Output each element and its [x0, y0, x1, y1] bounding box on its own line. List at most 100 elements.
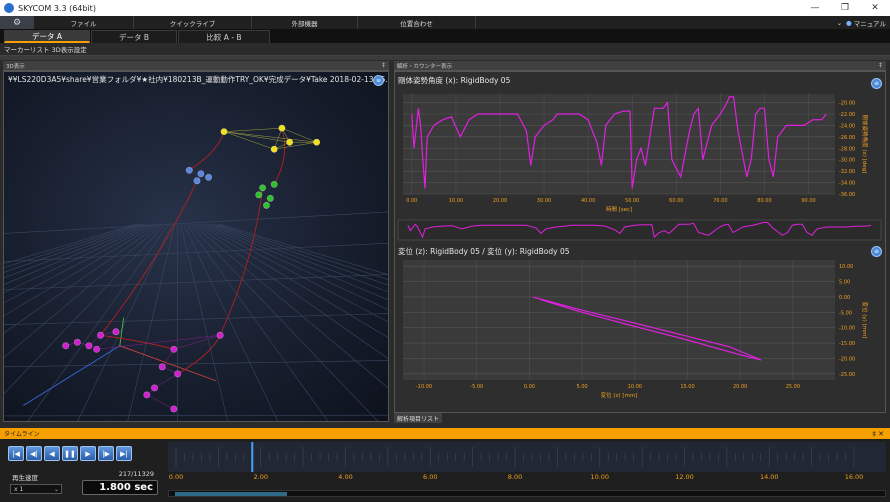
overview-strip — [397, 219, 882, 241]
step-back-button[interactable]: ◀| — [26, 446, 42, 461]
marker-point — [262, 201, 270, 209]
floor-grid-line — [4, 274, 388, 290]
restore-button[interactable]: ❐ — [830, 0, 860, 16]
floor-grid-line — [192, 224, 388, 389]
timeline-tick-label: 8.00 — [508, 473, 522, 481]
skip-start-button[interactable]: |◀ — [8, 446, 24, 461]
marker-point — [185, 166, 193, 174]
floor-grid-line — [4, 224, 163, 358]
timeline-track[interactable]: 0.00 2.00 4.00 6.00 8.00 10.00 12.00 14.00 16.00 — [168, 439, 886, 489]
close-icon[interactable]: ‡ ✕ — [872, 430, 884, 438]
floor-grid-line — [4, 224, 148, 285]
analysis-charts[interactable]: -20.00 -22.00 -24.00 -26.00 -28.00 -30.00 -32.… — [395, 72, 887, 414]
x-tick-label: 10.00 — [449, 198, 463, 204]
timeline-tick-label: 14.00 — [760, 473, 779, 481]
floor-grid-line — [4, 224, 166, 395]
plot-area-2 — [403, 260, 835, 380]
menu-external-devices[interactable]: 外部機器 — [252, 16, 358, 29]
menu-file[interactable]: ファイル — [34, 16, 134, 29]
floor-grid-line — [4, 211, 388, 234]
timeline-tick-label: 16.00 — [845, 473, 864, 481]
analysis-header: 解析・カウンター表示 ‡ — [394, 61, 886, 71]
gear-icon[interactable]: ⚙ — [0, 16, 34, 29]
x-tick-label: 10.00 — [628, 384, 642, 390]
marker-point — [216, 331, 224, 339]
viewport-3d[interactable]: ¥¥LS220D3A5¥share¥営業フォルダ¥★社内¥180213B_運動動… — [3, 71, 389, 422]
skeleton-link — [177, 335, 221, 375]
timeline-tick-label: 10.00 — [590, 473, 609, 481]
tab-data-a[interactable]: データ A — [4, 30, 90, 43]
timeline-title: タイムライン — [4, 431, 40, 438]
marker-point — [259, 184, 267, 192]
floor-grid-line — [4, 224, 145, 279]
x-axis-label: 時間 [sec] — [606, 205, 632, 213]
floor-grid-line — [195, 224, 388, 359]
y-tick-label: -32.00 — [839, 169, 855, 175]
y-axis-label: 剛体姿勢角度 (x) [deg] — [861, 115, 869, 174]
x-tick-label: 0.00 — [406, 198, 417, 204]
marker-link — [173, 335, 221, 350]
marker-point — [112, 328, 120, 336]
step-forward-button[interactable]: |▶ — [98, 446, 114, 461]
floor-grid-line — [213, 224, 388, 286]
x-tick-label: 50.00 — [625, 198, 639, 204]
marker-point — [170, 405, 178, 413]
floor-grid-line — [4, 414, 388, 417]
marker-link — [223, 131, 317, 143]
help-icon: ● — [846, 18, 852, 27]
pause-button[interactable]: ❚❚ — [62, 446, 78, 461]
x-tick-label: 30.00 — [537, 198, 551, 204]
scrollbar-thumb[interactable] — [175, 492, 287, 496]
playback-controls: |◀ ◀| ◀ ❚❚ ▶ |▶ ▶| — [8, 446, 134, 461]
y-tick-label: -5.00 — [839, 310, 852, 316]
viewport-3d-canvas[interactable] — [4, 72, 389, 422]
chevron-down-icon: ⌄ — [836, 18, 843, 27]
manual-button[interactable]: ⌄ ● マニュアル — [837, 16, 886, 29]
timeline-scrollbar[interactable] — [168, 490, 886, 497]
floor-grid-line — [201, 224, 388, 323]
floor-grid-line — [4, 224, 157, 317]
x-tick-label: 0.00 — [524, 384, 535, 390]
x-tick-label: 70.00 — [713, 198, 727, 204]
speed-select[interactable]: x 1 ⌄ — [10, 484, 62, 494]
marker-link — [146, 394, 174, 410]
x-tick-label: 20.00 — [733, 384, 747, 390]
menu-bar: ⚙ ファイル クイックライブ 外部機器 位置合わせ ⌄ ● マニュアル — [0, 16, 890, 29]
menu-alignment[interactable]: 位置合わせ — [358, 16, 476, 29]
skip-end-button[interactable]: ▶| — [116, 446, 132, 461]
x-tick-label: 60.00 — [669, 198, 683, 204]
marker-point — [270, 180, 278, 188]
analysis-title: 解析・カウンター表示 — [397, 63, 453, 70]
divider — [0, 56, 890, 60]
marker-point — [85, 342, 93, 350]
floor-grid-line — [180, 224, 228, 421]
tab-compare-a-b[interactable]: 比較 A - B — [178, 30, 270, 43]
x-tick-label: 40.00 — [581, 198, 595, 204]
marker-point — [73, 338, 81, 346]
plot-area-1 — [403, 94, 835, 194]
minimize-button[interactable]: — — [800, 0, 830, 16]
play-button[interactable]: ▶ — [80, 446, 96, 461]
floor-grid-line — [4, 224, 142, 273]
menu-round-icon[interactable]: ≡ — [373, 75, 384, 86]
tab-data-b[interactable]: データ B — [91, 30, 177, 43]
floor-grid-line — [4, 224, 136, 265]
play-reverse-button[interactable]: ◀ — [44, 446, 60, 461]
speed-label: 再生速度 — [12, 474, 38, 482]
chart1-menu-icon[interactable]: ≡ — [871, 78, 882, 89]
marker-link — [224, 127, 282, 132]
tab-analysis-list[interactable]: 解析項目リスト — [394, 413, 442, 423]
x-tick-label: 90.00 — [801, 198, 815, 204]
menu-quick-live[interactable]: クイックライブ — [134, 16, 252, 29]
frame-counter: 217/11329 — [118, 470, 154, 478]
chart2-title: 変位 (z): RigidBody 05 / 変位 (y): RigidBody… — [398, 247, 570, 256]
marker-point — [278, 124, 286, 132]
close-button[interactable]: ✕ — [860, 0, 890, 16]
marker-point — [193, 177, 201, 185]
y-tick-label: 5.00 — [839, 280, 850, 286]
chart2-menu-icon[interactable]: ≡ — [871, 246, 882, 257]
pin-icon[interactable]: ‡ — [382, 62, 385, 69]
x-tick-label: 15.00 — [680, 384, 694, 390]
pin-icon[interactable]: ‡ — [879, 62, 882, 69]
marker-list-3d-settings[interactable]: マーカーリスト 3D表示設定 — [4, 44, 87, 54]
